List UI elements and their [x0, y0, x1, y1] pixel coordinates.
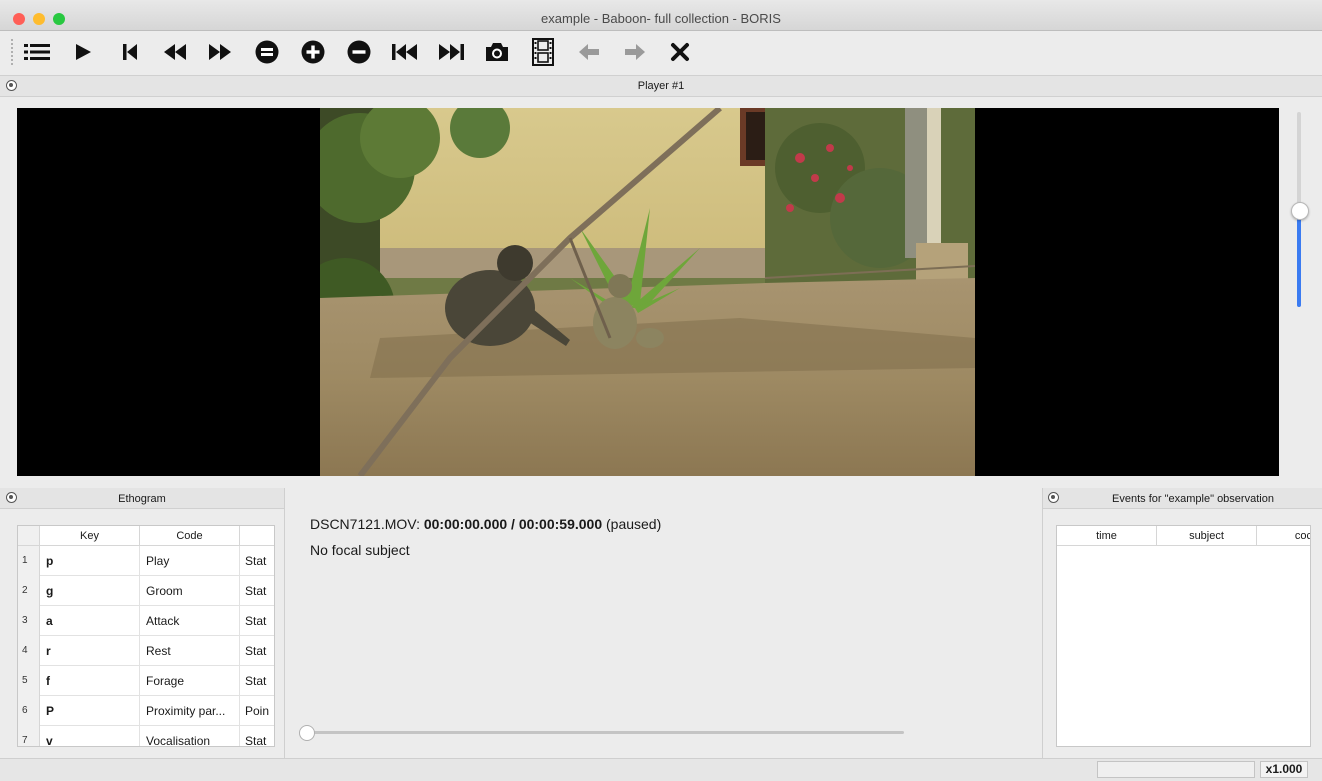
key-cell: P — [40, 696, 140, 726]
type-cell: Stat — [245, 554, 267, 568]
reset-speed-icon[interactable] — [252, 37, 282, 67]
row-number: 6 — [18, 696, 40, 726]
menu-icon[interactable] — [22, 37, 52, 67]
key-cell: f — [40, 666, 140, 696]
row-number: 3 — [18, 606, 40, 636]
player-header: Player #1 — [0, 76, 1322, 97]
media-time: 00:00:00.000 / 00:00:59.000 — [423, 516, 603, 532]
type-cell: Stat — [245, 614, 267, 628]
column-header-time[interactable]: time — [1057, 526, 1157, 546]
column-header-key[interactable]: Key — [40, 526, 140, 546]
type-cell: Stat — [245, 584, 267, 598]
arrow-right-icon[interactable] — [620, 37, 650, 67]
row-number: 2 — [18, 576, 40, 606]
ethogram-panel: Ethogram Key Code 1 p Play Stat 2 g Groo… — [0, 488, 285, 758]
camera-icon[interactable] — [482, 37, 512, 67]
toolbar-grip[interactable] — [11, 39, 13, 65]
status-field — [1097, 761, 1255, 778]
fast-forward-icon[interactable] — [205, 37, 235, 67]
column-header-subject[interactable]: subject — [1157, 526, 1257, 546]
code-cell: Rest — [140, 636, 240, 666]
rewind-icon[interactable] — [160, 37, 190, 67]
play-icon[interactable] — [68, 37, 98, 67]
key-cell: p — [40, 546, 140, 576]
title-bar: example - Baboon- full collection - BORI… — [0, 0, 1322, 31]
code-cell: Proximity par... — [140, 696, 240, 726]
code-cell: Attack — [140, 606, 240, 636]
ethogram-header: Ethogram — [0, 488, 284, 509]
table-row[interactable]: 6 P Proximity par... Poin — [18, 696, 274, 726]
decrease-speed-icon[interactable] — [344, 37, 374, 67]
row-number: 4 — [18, 636, 40, 666]
close-icon[interactable] — [665, 37, 695, 67]
playback-speed-label: x1.000 — [1260, 761, 1308, 778]
media-position-slider-thumb[interactable] — [299, 725, 315, 741]
window-title: example - Baboon- full collection - BORI… — [541, 11, 781, 26]
key-cell: g — [40, 576, 140, 606]
events-table[interactable]: time subject coc — [1056, 525, 1311, 747]
column-header-code[interactable]: coc — [1257, 526, 1310, 546]
key-cell: a — [40, 606, 140, 636]
code-cell: Play — [140, 546, 240, 576]
column-header-type[interactable] — [240, 526, 274, 546]
table-row[interactable]: 2 g Groom Stat — [18, 576, 274, 606]
table-row[interactable]: 4 r Rest Stat — [18, 636, 274, 666]
media-state: (paused) — [606, 516, 662, 532]
column-header-code[interactable]: Code — [140, 526, 240, 546]
table-row[interactable]: 5 f Forage Stat — [18, 666, 274, 696]
player-label: Player #1 — [637, 80, 685, 92]
volume-slider-fill — [1297, 209, 1301, 307]
increase-speed-icon[interactable] — [298, 37, 328, 67]
dock-float-icon[interactable] — [1048, 492, 1059, 503]
table-row[interactable]: 1 p Play Stat — [18, 546, 274, 576]
row-number: 5 — [18, 666, 40, 696]
table-row[interactable]: 7 v Vocalisation Stat — [18, 726, 274, 747]
key-cell: r — [40, 636, 140, 666]
row-number: 1 — [18, 546, 40, 576]
type-cell: Stat — [245, 644, 267, 658]
ethogram-table[interactable]: Key Code 1 p Play Stat 2 g Groom Stat 3 … — [17, 525, 275, 747]
events-panel: Events for "example" observation time su… — [1042, 488, 1322, 758]
focal-subject-label: No focal subject — [310, 542, 410, 558]
row-header-corner — [18, 526, 40, 546]
film-strip-icon[interactable] — [528, 37, 558, 67]
media-status-line: DSCN7121.MOV: 00:00:00.000 / 00:00:59.00… — [310, 516, 661, 532]
status-bar: x1.000 — [0, 758, 1322, 781]
next-media-icon[interactable] — [436, 37, 466, 67]
code-cell: Vocalisation — [140, 726, 240, 746]
type-cell: Stat — [245, 734, 267, 747]
media-position-slider-track[interactable] — [300, 731, 904, 734]
toolbar — [0, 31, 1322, 76]
volume-slider-thumb[interactable] — [1291, 201, 1309, 220]
previous-media-icon[interactable] — [390, 37, 420, 67]
events-title: Events for "example" observation — [1112, 493, 1274, 505]
row-number: 7 — [18, 726, 40, 746]
video-frame — [320, 108, 975, 476]
type-cell: Poin — [245, 704, 270, 718]
events-header: Events for "example" observation — [1043, 488, 1322, 509]
ethogram-title: Ethogram — [118, 493, 166, 505]
key-cell: v — [40, 726, 140, 746]
media-info-panel: DSCN7121.MOV: 00:00:00.000 / 00:00:59.00… — [285, 488, 1041, 758]
type-cell: Stat — [245, 674, 267, 688]
table-row[interactable]: 3 a Attack Stat — [18, 606, 274, 636]
code-cell: Groom — [140, 576, 240, 606]
video-player[interactable] — [17, 108, 1279, 476]
jump-to-start-icon[interactable] — [115, 37, 145, 67]
code-cell: Forage — [140, 666, 240, 696]
arrow-left-icon[interactable] — [574, 37, 604, 67]
media-filename: DSCN7121.MOV: — [310, 516, 420, 532]
